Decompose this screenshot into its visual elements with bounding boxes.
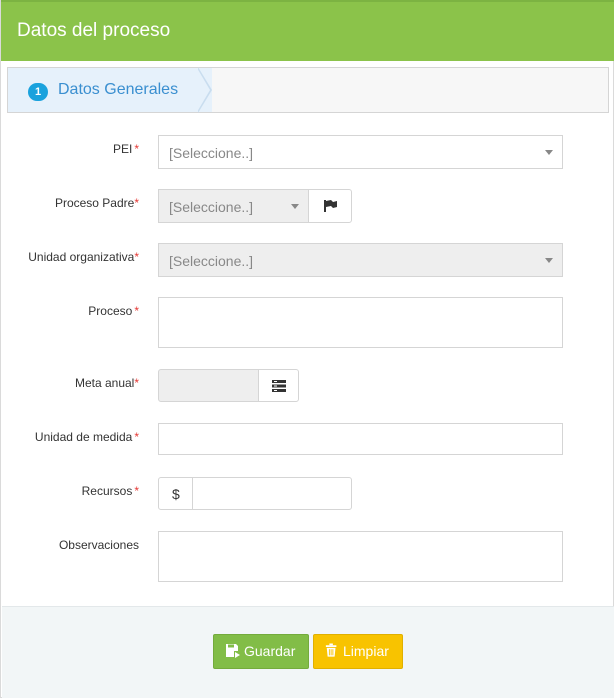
save-button[interactable]: Guardar bbox=[213, 634, 309, 669]
clear-button[interactable]: Limpiar bbox=[313, 634, 403, 669]
proceso-padre-label: Proceso Padre* bbox=[54, 196, 139, 210]
unidad-medida-input[interactable] bbox=[158, 423, 563, 455]
trash-icon bbox=[325, 643, 337, 657]
meta-anual-label: Meta anual* bbox=[74, 376, 139, 390]
meta-anual-list-button[interactable] bbox=[258, 369, 299, 402]
proceso-textarea[interactable] bbox=[158, 297, 563, 348]
unidad-organizativa-placeholder: [Seleccione..] bbox=[169, 253, 254, 269]
step-number-badge: 1 bbox=[28, 83, 48, 101]
panel-title: Datos del proceso bbox=[17, 20, 171, 41]
list-icon bbox=[272, 380, 286, 392]
pei-label: PEI * bbox=[112, 142, 139, 156]
wizard-arrow bbox=[197, 68, 210, 112]
proceso-label: Proceso * bbox=[88, 304, 139, 318]
process-form-panel: Datos del proceso 1 Datos Generales PEI *… bbox=[0, 0, 614, 698]
wizard-steps: 1 Datos Generales bbox=[7, 67, 609, 113]
panel-header: Datos del proceso bbox=[1, 0, 614, 61]
clear-button-label: Limpiar bbox=[343, 643, 389, 659]
recursos-label: Recursos * bbox=[81, 484, 139, 498]
pei-select[interactable]: [Seleccione..] bbox=[158, 135, 563, 169]
wizard-step-general[interactable]: 1 Datos Generales bbox=[8, 68, 212, 112]
meta-anual-input[interactable] bbox=[158, 369, 259, 402]
currency-addon: $ bbox=[158, 477, 193, 510]
observaciones-textarea[interactable] bbox=[158, 531, 563, 582]
required-mark: * bbox=[134, 142, 139, 156]
recursos-input[interactable] bbox=[192, 477, 352, 510]
chevron-down-icon bbox=[545, 258, 553, 263]
step-label: Datos Generales bbox=[58, 81, 179, 98]
pei-select-placeholder: [Seleccione..] bbox=[169, 145, 254, 161]
chevron-down-icon bbox=[545, 150, 553, 155]
unidad-medida-label: Unidad de medida * bbox=[34, 430, 139, 444]
save-icon bbox=[226, 644, 240, 658]
chevron-down-icon bbox=[291, 204, 299, 209]
save-button-label: Guardar bbox=[244, 643, 296, 659]
flag-icon bbox=[324, 200, 337, 212]
proceso-padre-placeholder: [Seleccione..] bbox=[169, 199, 254, 215]
currency-symbol: $ bbox=[172, 486, 180, 502]
unidad-organizativa-label: Unidad organizativa* bbox=[28, 250, 139, 264]
observaciones-label: Observaciones bbox=[58, 538, 139, 552]
proceso-padre-select[interactable]: [Seleccione..] bbox=[158, 189, 309, 223]
unidad-organizativa-select[interactable]: [Seleccione..] bbox=[158, 243, 563, 277]
flag-button[interactable] bbox=[308, 189, 352, 223]
